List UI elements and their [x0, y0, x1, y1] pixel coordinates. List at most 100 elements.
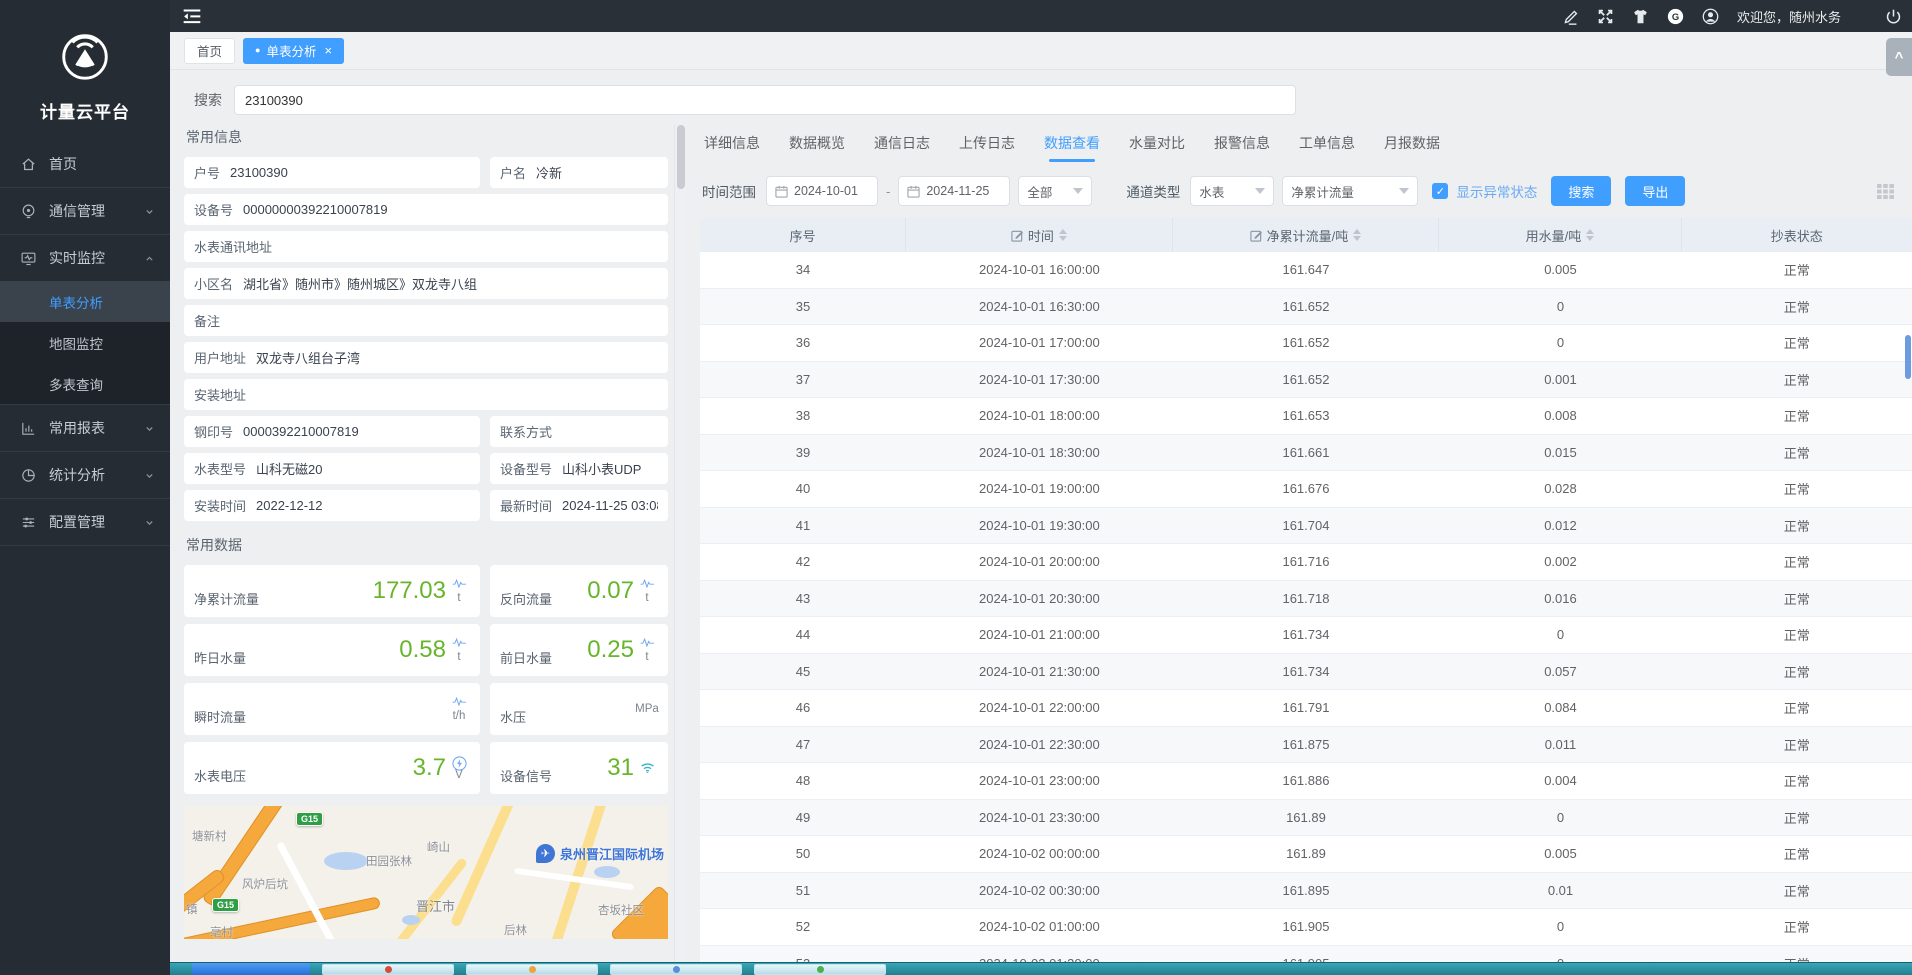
- edit-icon[interactable]: [1562, 8, 1579, 25]
- menu-collapse-icon[interactable]: [182, 8, 202, 24]
- table-row[interactable]: 362024-10-01 17:00:00161.6520正常: [700, 325, 1912, 362]
- sort-desc-icon[interactable]: [1353, 236, 1361, 241]
- sidebar-item-label: 常用报表: [49, 418, 143, 438]
- column-settings-grid-icon[interactable]: [1877, 184, 1894, 199]
- location-map[interactable]: G15 G15 ✈ 泉州晋江国际机场 塘新村田园张林崎山风炉后坑镇晋江市亳村后林…: [184, 806, 668, 939]
- fullscreen-icon[interactable]: [1597, 8, 1614, 25]
- sidebar-item-label: 统计分析: [49, 465, 143, 485]
- table-column-header-4: 抄表状态: [1682, 218, 1912, 252]
- sort-desc-icon[interactable]: [1586, 236, 1594, 241]
- table-row[interactable]: 412024-10-01 19:30:00161.7040.012正常: [700, 508, 1912, 545]
- top-header: G 欢迎您，随州水务: [170, 0, 1912, 32]
- channel-select[interactable]: 水表: [1190, 176, 1274, 206]
- end-date-picker[interactable]: 2024-11-25: [898, 176, 1010, 206]
- scrollbar-thumb[interactable]: [677, 125, 685, 189]
- sort-caret-icon[interactable]: [1586, 229, 1594, 241]
- filter-toolbar: 时间范围 2024-10-01 - 2: [702, 176, 1912, 206]
- detail-tab-0[interactable]: 详细信息: [704, 133, 760, 162]
- search-button[interactable]: 搜索: [1551, 176, 1611, 206]
- table-row[interactable]: 402024-10-01 19:00:00161.6760.028正常: [700, 471, 1912, 508]
- detail-tab-4[interactable]: 数据查看: [1044, 133, 1100, 162]
- sort-caret-icon[interactable]: [1353, 229, 1361, 241]
- taskbar-app-button[interactable]: [322, 964, 454, 975]
- table-row[interactable]: 382024-10-01 18:00:00161.6530.008正常: [700, 398, 1912, 435]
- search-input[interactable]: [234, 85, 1296, 115]
- logout-power-icon[interactable]: [1885, 8, 1902, 25]
- table-cell: 51: [700, 883, 906, 898]
- sidebar-item-0[interactable]: 首页: [0, 141, 170, 187]
- taskbar-app-button[interactable]: [192, 963, 310, 975]
- sidebar-item-4[interactable]: 统计分析: [0, 452, 170, 498]
- tab-single-meter-analysis[interactable]: ● 单表分析 ×: [243, 38, 344, 64]
- sidebar-subitem-2-0[interactable]: 单表分析: [0, 281, 170, 322]
- stat-card-4: 瞬时流量t/h: [184, 683, 480, 735]
- taskbar-app-button[interactable]: [466, 964, 598, 975]
- table-column-header-1[interactable]: 时间: [906, 218, 1173, 252]
- info-section-title: 常用信息: [186, 127, 668, 147]
- scrollbar-thumb[interactable]: [1905, 335, 1911, 379]
- table-row[interactable]: 522024-10-02 01:00:00161.9050正常: [700, 909, 1912, 946]
- table-row[interactable]: 502024-10-02 00:00:00161.890.005正常: [700, 836, 1912, 873]
- airport-marker[interactable]: ✈ 泉州晋江国际机场: [536, 844, 664, 863]
- os-taskbar[interactable]: [170, 962, 1912, 975]
- table-row[interactable]: 432024-10-01 20:30:00161.7180.016正常: [700, 581, 1912, 618]
- tab-home[interactable]: 首页: [184, 38, 235, 64]
- abnormal-status-label[interactable]: 显示异常状态: [1456, 181, 1537, 201]
- table-row[interactable]: 442024-10-01 21:00:00161.7340正常: [700, 617, 1912, 654]
- google-translate-icon[interactable]: G: [1667, 8, 1684, 25]
- table-column-header-0: 序号: [700, 218, 906, 252]
- sort-asc-icon[interactable]: [1586, 229, 1594, 234]
- detail-tab-5[interactable]: 水量对比: [1129, 133, 1185, 162]
- detail-tab-2[interactable]: 通信日志: [874, 133, 930, 162]
- table-row[interactable]: 352024-10-01 16:30:00161.6520正常: [700, 289, 1912, 326]
- sort-desc-icon[interactable]: [1059, 236, 1067, 241]
- metric-select[interactable]: 净累计流量: [1282, 176, 1418, 206]
- table-scrollbar[interactable]: [1904, 331, 1912, 975]
- sidebar-item-2[interactable]: 实时监控: [0, 235, 170, 281]
- sidebar-item-5[interactable]: 配置管理: [0, 499, 170, 545]
- sort-asc-icon[interactable]: [1353, 229, 1361, 234]
- left-panel-scrollbar[interactable]: [674, 125, 686, 975]
- sidebar-item-3[interactable]: 常用报表: [0, 405, 170, 451]
- detail-tab-1[interactable]: 数据概览: [789, 133, 845, 162]
- sidebar-item-label: 通信管理: [49, 201, 143, 221]
- table-row[interactable]: 482024-10-01 23:00:00161.8860.004正常: [700, 763, 1912, 800]
- sidebar-subitem-2-2[interactable]: 多表查询: [0, 363, 170, 404]
- table-row[interactable]: 452024-10-01 21:30:00161.7340.057正常: [700, 654, 1912, 691]
- monitor-icon: [20, 250, 37, 267]
- table-row[interactable]: 462024-10-01 22:00:00161.7910.084正常: [700, 690, 1912, 727]
- table-row[interactable]: 422024-10-01 20:00:00161.7160.002正常: [700, 544, 1912, 581]
- table-cell: 45: [700, 664, 906, 679]
- sort-asc-icon[interactable]: [1059, 229, 1067, 234]
- table-row[interactable]: 512024-10-02 00:30:00161.8950.01正常: [700, 873, 1912, 910]
- table-row[interactable]: 392024-10-01 18:30:00161.6610.015正常: [700, 435, 1912, 472]
- detail-tab-8[interactable]: 月报数据: [1384, 133, 1440, 162]
- start-date-picker[interactable]: 2024-10-01: [766, 176, 878, 206]
- user-avatar-icon[interactable]: [1702, 8, 1719, 25]
- edit-column-icon[interactable]: [1011, 229, 1024, 242]
- detail-tab-7[interactable]: 工单信息: [1299, 133, 1355, 162]
- table-row[interactable]: 472024-10-01 22:30:00161.8750.011正常: [700, 727, 1912, 764]
- taskbar-app-button[interactable]: [754, 964, 886, 975]
- field-label: 安装地址: [194, 385, 246, 404]
- scroll-to-top-button[interactable]: ^: [1886, 38, 1912, 76]
- sidebar-subitem-2-1[interactable]: 地图监控: [0, 322, 170, 363]
- table-row[interactable]: 342024-10-01 16:00:00161.6470.005正常: [700, 252, 1912, 289]
- close-tab-icon[interactable]: ×: [324, 43, 332, 58]
- column-label: 净累计流量/吨: [1267, 226, 1349, 245]
- table-column-header-2[interactable]: 净累计流量/吨: [1173, 218, 1440, 252]
- detail-tab-6[interactable]: 报警信息: [1214, 133, 1270, 162]
- export-button[interactable]: 导出: [1625, 176, 1685, 206]
- table-row[interactable]: 492024-10-01 23:30:00161.890正常: [700, 800, 1912, 837]
- table-row[interactable]: 372024-10-01 17:30:00161.6520.001正常: [700, 362, 1912, 399]
- table-cell: 2024-10-01 18:00:00: [906, 408, 1173, 423]
- detail-tab-3[interactable]: 上传日志: [959, 133, 1015, 162]
- sidebar-item-1[interactable]: 通信管理: [0, 188, 170, 234]
- taskbar-app-button[interactable]: [610, 964, 742, 975]
- edit-column-icon[interactable]: [1250, 229, 1263, 242]
- abnormal-status-checkbox[interactable]: ✓: [1432, 183, 1448, 199]
- table-column-header-3[interactable]: 用水量/吨: [1439, 218, 1681, 252]
- granularity-select[interactable]: 全部: [1018, 176, 1092, 206]
- sort-caret-icon[interactable]: [1059, 229, 1067, 241]
- theme-shirt-icon[interactable]: [1632, 8, 1649, 25]
